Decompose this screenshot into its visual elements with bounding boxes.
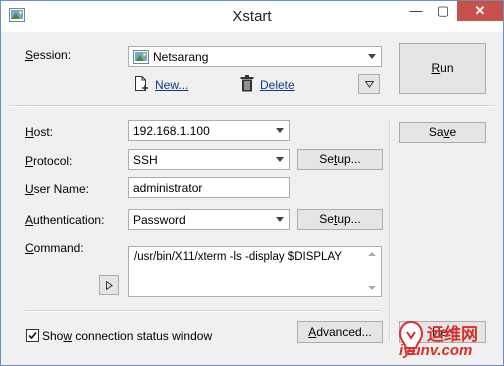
bottom-separator <box>25 310 381 312</box>
authentication-setup-button[interactable]: Setup... <box>297 209 383 230</box>
authentication-select[interactable]: Password <box>128 209 290 230</box>
checkmark-icon <box>28 331 37 340</box>
advanced-button[interactable]: Advanced... <box>297 321 383 343</box>
save-button[interactable]: Save <box>399 122 486 143</box>
triangle-right-icon <box>106 281 113 290</box>
trash-icon <box>240 75 254 92</box>
command-insert-button[interactable] <box>99 275 119 295</box>
username-value: administrator <box>133 181 203 195</box>
minimize-button[interactable]: — <box>403 1 429 21</box>
xstart-window: Xstart — ▢ ✕ Session: Netsarang New... D… <box>0 0 504 366</box>
right-column-separator <box>389 119 391 341</box>
protocol-setup-button[interactable]: Setup... <box>297 149 383 170</box>
chevron-down-icon <box>368 54 376 59</box>
triangle-down-icon <box>365 81 374 88</box>
host-value: 192.168.1.100 <box>133 124 210 138</box>
show-status-label: Show connection status window <box>42 329 213 343</box>
host-label: Host: <box>25 125 54 139</box>
host-combobox[interactable]: 192.168.1.100 <box>128 120 290 141</box>
chevron-down-icon <box>276 217 284 222</box>
authentication-label: Authentication: <box>25 213 105 227</box>
command-textarea[interactable]: /usr/bin/X11/xterm -ls -display $DISPLAY <box>128 246 382 297</box>
protocol-select[interactable]: SSH <box>128 149 290 170</box>
session-icon <box>133 50 149 64</box>
maximize-button[interactable]: ▢ <box>430 1 456 21</box>
header-separator <box>9 105 495 107</box>
delete-session-link[interactable]: Delete <box>240 75 300 93</box>
scroll-down-icon <box>368 286 376 290</box>
protocol-label: Protocol: <box>25 154 73 168</box>
command-value: /usr/bin/X11/xterm -ls -display $DISPLAY <box>134 251 342 263</box>
protocol-value: SSH <box>133 153 158 167</box>
command-scrollbar[interactable] <box>364 247 381 296</box>
run-button[interactable]: Run <box>399 43 486 94</box>
watermark-logo: 运维网 iyunv.com <box>395 318 503 363</box>
chevron-down-icon <box>276 157 284 162</box>
scroll-up-icon <box>368 252 376 256</box>
command-label: Command: <box>25 241 84 255</box>
session-select[interactable]: Netsarang <box>128 46 382 67</box>
username-input[interactable]: administrator <box>128 177 290 198</box>
chevron-down-icon <box>276 128 284 133</box>
show-status-checkbox[interactable] <box>26 329 39 342</box>
watermark-text-bottom: iyunv.com <box>399 342 473 359</box>
close-button[interactable]: ✕ <box>457 1 503 21</box>
authentication-value: Password <box>133 213 186 227</box>
title-bar: Xstart — ▢ ✕ <box>1 1 503 32</box>
new-session-link[interactable]: New... <box>134 75 194 93</box>
session-value: Netsarang <box>153 50 209 64</box>
new-document-icon <box>135 76 148 91</box>
username-label: User Name: <box>25 182 90 196</box>
session-label: Session: <box>25 48 72 62</box>
session-options-button[interactable] <box>358 74 380 94</box>
